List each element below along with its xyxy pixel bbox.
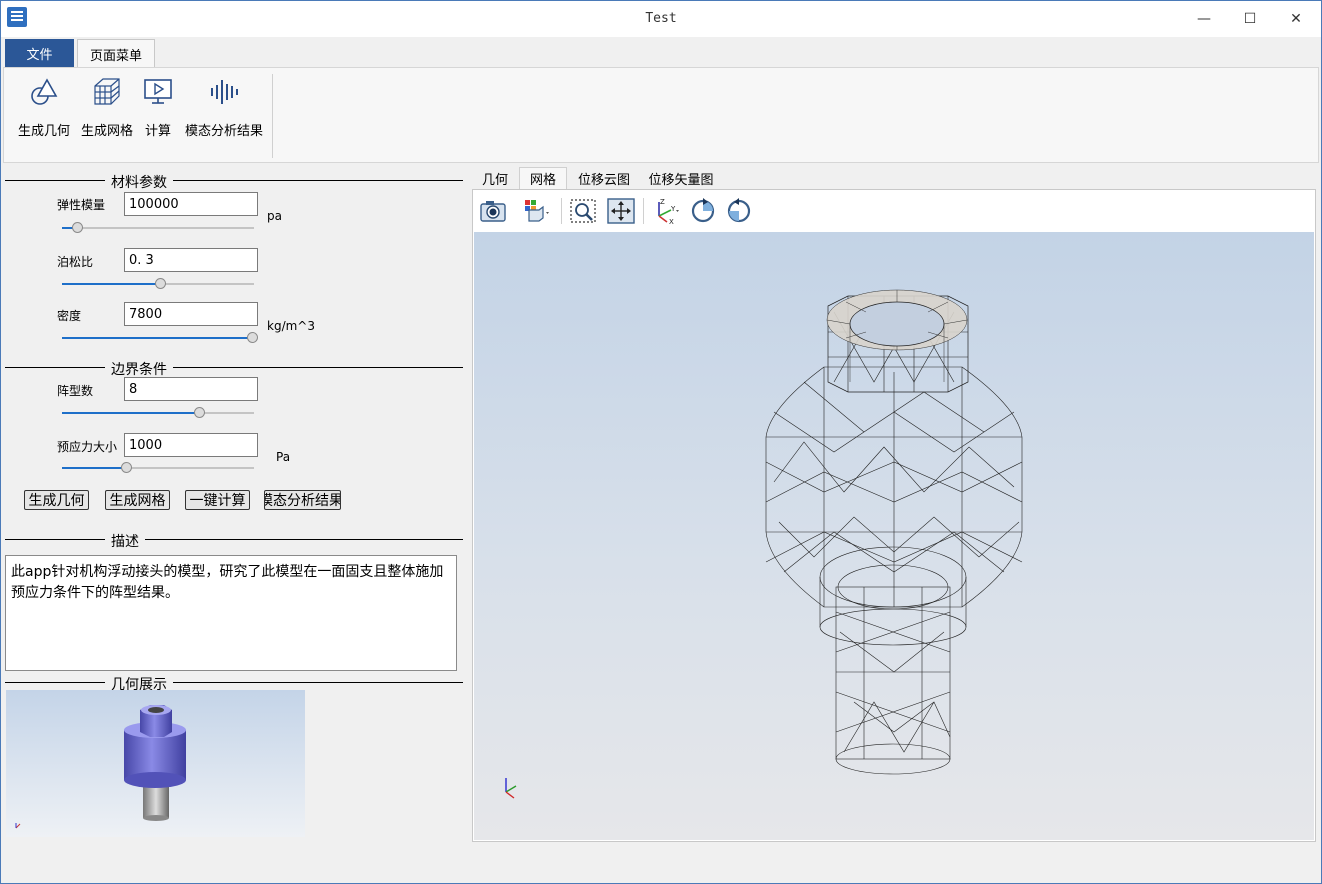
window-title: Test <box>645 11 677 26</box>
divider <box>5 682 463 683</box>
elastic-modulus-slider[interactable] <box>62 222 254 234</box>
ribbon-button-label: 生成网格 <box>80 124 133 139</box>
mode-count-slider[interactable] <box>62 407 254 419</box>
boundary-section-header: 边界条件 <box>5 359 463 379</box>
zoom-box-icon[interactable] <box>569 198 597 224</box>
svg-text:Y: Y <box>670 205 676 213</box>
slider-thumb[interactable] <box>194 407 205 418</box>
ribbon-generate-geometry-button[interactable]: 生成几何 <box>14 68 74 158</box>
slider-fill <box>62 412 199 414</box>
axes-icon[interactable]: Z Y X <box>651 198 679 224</box>
svg-text:Z: Z <box>660 198 665 206</box>
density-input[interactable] <box>124 302 258 326</box>
slider-thumb[interactable] <box>155 278 166 289</box>
slider-thumb[interactable] <box>121 462 132 473</box>
modal-results-button[interactable]: 模态分析结果 <box>264 490 341 510</box>
shapes-icon <box>31 78 58 105</box>
rotate-cw-icon[interactable] <box>689 198 717 224</box>
prestress-label: 预应力大小 <box>57 440 118 454</box>
tab-displacement-contour[interactable]: 位移云图 <box>571 167 637 189</box>
app-window: Test — ☐ ✕ 文件 页面菜单 生成几何 生成网格 计算 模态分析结果 材… <box>0 0 1322 884</box>
ribbon-panel: 生成几何 生成网格 计算 模态分析结果 <box>3 67 1319 163</box>
mode-count-input[interactable] <box>124 377 258 401</box>
elastic-modulus-unit: pa <box>267 209 282 223</box>
svg-text:X: X <box>669 218 674 224</box>
tab-file[interactable]: 文件 <box>5 39 74 67</box>
ribbon-compute-button[interactable]: 计算 <box>140 68 176 158</box>
section-title: 材料参数 <box>105 172 173 192</box>
slider-fill <box>62 337 252 339</box>
poisson-ratio-label: 泊松比 <box>57 255 94 269</box>
mode-count-label: 阵型数 <box>57 384 94 398</box>
viewer-panel: Z Y X <box>472 189 1316 842</box>
title-bar: Test — ☐ ✕ <box>1 1 1321 37</box>
3d-viewport[interactable] <box>474 232 1314 840</box>
ribbon-button-label: 生成几何 <box>17 124 70 139</box>
toolbar-divider <box>643 198 644 224</box>
viewer-toolbar: Z Y X <box>473 190 1315 232</box>
fit-view-icon[interactable] <box>607 198 635 224</box>
slider-thumb[interactable] <box>247 332 258 343</box>
prestress-input[interactable] <box>124 433 258 457</box>
joint-model-render <box>15 705 186 829</box>
ribbon-modal-results-button[interactable]: 模态分析结果 <box>182 68 266 158</box>
ribbon-tab-bar: 文件 页面菜单 <box>1 37 1321 68</box>
slider-thumb[interactable] <box>72 222 83 233</box>
camera-icon[interactable] <box>479 198 507 224</box>
geometry-preview-header: 几何展示 <box>5 674 463 694</box>
tab-mesh[interactable]: 网格 <box>519 167 567 189</box>
slider-fill <box>62 283 160 285</box>
generate-geometry-button[interactable]: 生成几何 <box>24 490 89 510</box>
one-click-compute-button[interactable]: 一键计算 <box>185 490 250 510</box>
slider-track <box>62 227 254 229</box>
description-text: 此app针对机构浮动接头的模型，研究了此模型在一面固支且整体施加预应力条件下的阵… <box>5 555 457 671</box>
ribbon-button-label: 模态分析结果 <box>184 124 263 139</box>
description-section-header: 描述 <box>5 531 463 551</box>
ribbon-divider <box>272 74 273 158</box>
monitor-play-icon <box>144 79 172 104</box>
divider <box>5 180 463 181</box>
toolbar-divider <box>561 198 562 224</box>
ribbon-generate-mesh-button[interactable]: 生成网格 <box>76 68 138 158</box>
density-slider[interactable] <box>62 332 258 344</box>
density-unit: kg/m^3 <box>267 319 315 333</box>
mesh-cube-icon <box>94 78 120 105</box>
modal-results-label: 模态分析结果 <box>264 493 341 509</box>
display-mode-icon[interactable] <box>521 198 549 224</box>
section-title: 描述 <box>105 531 145 551</box>
prestress-slider[interactable] <box>62 462 254 474</box>
prestress-unit: Pa <box>276 450 291 464</box>
material-section-header: 材料参数 <box>5 172 463 192</box>
density-label: 密度 <box>57 309 82 323</box>
maximize-button[interactable]: ☐ <box>1227 1 1273 37</box>
ribbon-button-label: 计算 <box>144 124 171 139</box>
rotate-ccw-icon[interactable] <box>725 198 753 224</box>
modal-wave-icon <box>211 80 238 104</box>
poisson-ratio-slider[interactable] <box>62 278 254 290</box>
minimize-button[interactable]: — <box>1181 1 1227 37</box>
poisson-ratio-input[interactable] <box>124 248 258 272</box>
geometry-preview-image <box>6 690 305 837</box>
slider-fill <box>62 467 126 469</box>
elastic-modulus-label: 弹性模量 <box>57 198 106 212</box>
close-button[interactable]: ✕ <box>1273 1 1319 37</box>
elastic-modulus-input[interactable] <box>124 192 258 216</box>
tab-geometry[interactable]: 几何 <box>475 167 515 189</box>
mesh-model-render <box>505 289 1023 799</box>
tab-displacement-vector[interactable]: 位移矢量图 <box>644 167 718 189</box>
status-bar <box>1 847 1321 883</box>
tab-page-menu[interactable]: 页面菜单 <box>77 39 155 68</box>
divider <box>5 539 463 540</box>
section-title: 边界条件 <box>105 359 173 379</box>
generate-mesh-button[interactable]: 生成网格 <box>105 490 170 510</box>
divider <box>5 367 463 368</box>
